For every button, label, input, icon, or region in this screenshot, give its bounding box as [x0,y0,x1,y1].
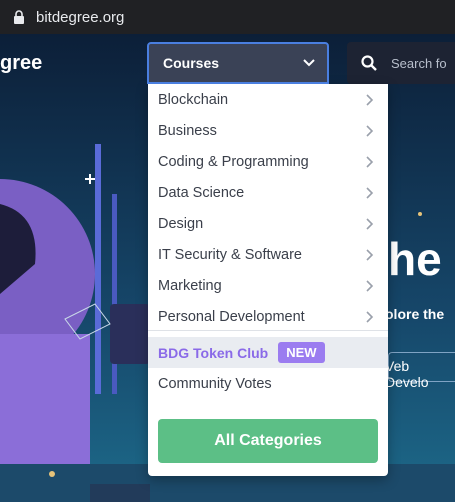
hero-tag-text: Veb Develo [385,358,429,390]
search-icon [361,55,377,71]
menu-item-label: Business [158,122,217,139]
chevron-right-icon [366,93,374,106]
menu-item-label: IT Security & Software [158,246,302,263]
search-bar[interactable]: Search fo [347,42,455,84]
menu-item-label: Blockchain [158,91,229,108]
all-categories-button[interactable]: All Categories [158,419,378,463]
chevron-right-icon [366,186,374,199]
courses-dropdown-menu: Blockchain Business Coding & Programming… [148,84,388,476]
chevron-right-icon [366,124,374,137]
menu-item-personal-development[interactable]: Personal Development [148,301,388,332]
courses-dropdown-button[interactable]: Courses [147,42,329,84]
menu-item-label: Design [158,215,204,232]
menu-item-bdg-token-club[interactable]: BDG Token Club NEW [148,337,388,368]
chevron-right-icon [366,217,374,230]
menu-item-design[interactable]: Design [148,208,388,239]
browser-address-bar[interactable]: bitdegree.org [0,0,455,34]
menu-item-it-security[interactable]: IT Security & Software [148,239,388,270]
courses-label: Courses [163,55,220,71]
token-club-label: BDG Token Club [158,344,269,361]
menu-item-blockchain[interactable]: Blockchain [148,84,388,115]
chevron-right-icon [366,310,374,323]
lock-icon [14,10,24,24]
menu-item-label: Data Science [158,184,245,201]
menu-item-label: Marketing [158,277,222,294]
hero-heading: he [388,233,442,285]
chevron-right-icon [366,279,374,292]
site-logo[interactable]: gree [0,52,42,75]
logo-text: gree [0,52,43,74]
chevron-right-icon [366,248,374,261]
menu-item-label: Coding & Programming [158,153,309,170]
chevron-right-icon [366,155,374,168]
hero-subheading: olore the [385,306,445,322]
url-text: bitdegree.org [36,8,125,26]
menu-item-data-science[interactable]: Data Science [148,177,388,208]
chevron-down-icon [303,59,315,67]
menu-item-coding[interactable]: Coding & Programming [148,146,388,177]
menu-item-marketing[interactable]: Marketing [148,270,388,301]
menu-divider [148,330,388,331]
new-badge: NEW [278,342,325,363]
menu-item-business[interactable]: Business [148,115,388,146]
search-input[interactable]: Search fo [391,56,447,71]
menu-item-community-votes[interactable]: Community Votes [158,376,272,392]
menu-item-label: Personal Development [158,308,305,325]
